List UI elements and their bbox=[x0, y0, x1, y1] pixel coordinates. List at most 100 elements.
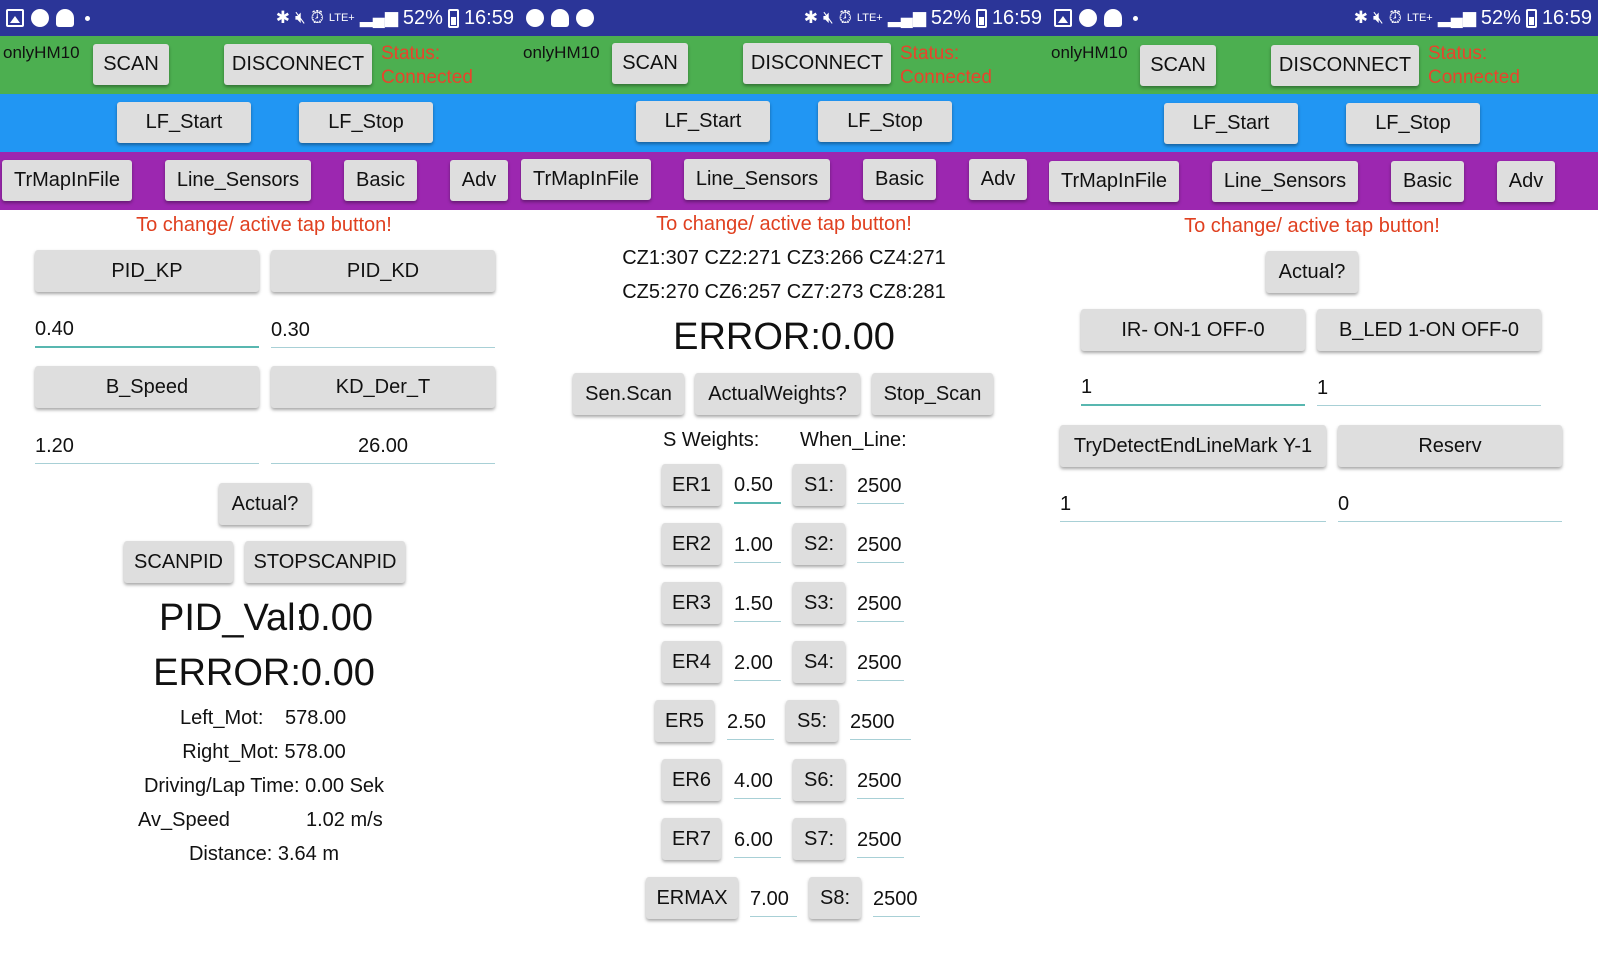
sen-scan-button[interactable]: Sen.Scan bbox=[573, 373, 684, 415]
pid-kp-button[interactable]: PID_KP bbox=[35, 250, 259, 292]
lf-start-button[interactable]: LF_Start bbox=[636, 101, 770, 142]
lf-stop-button[interactable]: LF_Stop bbox=[299, 102, 433, 143]
er4-input[interactable]: 2.00 bbox=[734, 641, 781, 681]
lf-start-button[interactable]: LF_Start bbox=[1164, 103, 1298, 144]
tab-trmapinfile[interactable]: TrMapInFile bbox=[1049, 161, 1179, 202]
s8-button[interactable]: S8: bbox=[809, 877, 861, 919]
disconnect-button[interactable]: DISCONNECT bbox=[224, 44, 372, 85]
s7-button[interactable]: S7: bbox=[793, 818, 845, 860]
s2-button[interactable]: S2: bbox=[793, 523, 845, 565]
ir-toggle-button[interactable]: IR- ON-1 OFF-0 bbox=[1081, 309, 1305, 351]
er2-input[interactable]: 1.00 bbox=[734, 523, 781, 563]
er5-button[interactable]: ER5 bbox=[655, 700, 714, 742]
ermax-input[interactable]: 7.00 bbox=[750, 877, 797, 917]
status-bar: ✱ 🔇︎ ⏰︎ LTE+ ▂▄▆ 52% 16:59 bbox=[520, 0, 1048, 36]
hint-text: To change/ active tap button! bbox=[136, 214, 392, 236]
s7-input[interactable]: 2500 bbox=[857, 818, 904, 858]
kd-der-t-input[interactable]: 26.00 bbox=[271, 426, 495, 464]
notification-icons bbox=[526, 7, 594, 29]
left-mot-value: 578.00 bbox=[285, 707, 347, 729]
stop-scan-button[interactable]: Stop_Scan bbox=[872, 373, 993, 415]
er7-input[interactable]: 6.00 bbox=[734, 818, 781, 858]
er4-button[interactable]: ER4 bbox=[662, 641, 721, 683]
b-led-input[interactable]: 1 bbox=[1317, 366, 1541, 406]
s1-button[interactable]: S1: bbox=[793, 464, 845, 506]
tab-basic[interactable]: Basic bbox=[344, 160, 417, 201]
lf-start-button[interactable]: LF_Start bbox=[117, 102, 251, 143]
disconnect-button[interactable]: DISCONNECT bbox=[1271, 45, 1419, 86]
er6-input[interactable]: 4.00 bbox=[734, 759, 781, 799]
notification-icons bbox=[6, 7, 90, 29]
er3-input[interactable]: 1.50 bbox=[734, 582, 781, 622]
lf-stop-button[interactable]: LF_Stop bbox=[818, 101, 952, 142]
ermax-button[interactable]: ERMAX bbox=[646, 877, 738, 919]
ir-input[interactable]: 1 bbox=[1081, 366, 1305, 406]
tab-line-sensors[interactable]: Line_Sensors bbox=[1212, 161, 1358, 202]
s5-button[interactable]: S5: bbox=[786, 700, 838, 742]
s8-input[interactable]: 2500 bbox=[873, 877, 920, 917]
s4-button[interactable]: S4: bbox=[793, 641, 845, 683]
notification-icons bbox=[1054, 7, 1138, 29]
reserv-input[interactable]: 0 bbox=[1338, 482, 1562, 522]
battery-icon bbox=[447, 8, 459, 28]
er1-input[interactable]: 0.50 bbox=[734, 464, 781, 504]
distance-readout: Distance: 3.64 m bbox=[188, 843, 340, 865]
s6-button[interactable]: S6: bbox=[793, 759, 845, 801]
status-value: Connected bbox=[1428, 67, 1520, 88]
status-label: Status: bbox=[900, 43, 960, 64]
tab-line-sensors[interactable]: Line_Sensors bbox=[165, 160, 311, 201]
run-controls: LF_Start LF_Stop bbox=[0, 94, 520, 152]
pid-kp-input[interactable]: 0.40 bbox=[35, 310, 259, 348]
scan-button[interactable]: SCAN bbox=[1140, 45, 1216, 86]
tab-adv[interactable]: Adv bbox=[450, 160, 508, 201]
s6-input[interactable]: 2500 bbox=[857, 759, 904, 799]
b-speed-input[interactable]: 1.20 bbox=[35, 426, 259, 464]
facebook-icon bbox=[576, 9, 594, 27]
tab-basic[interactable]: Basic bbox=[863, 159, 936, 200]
connection-status: Status: Connected bbox=[1428, 42, 1520, 90]
pid-kd-button[interactable]: PID_KD bbox=[271, 250, 495, 292]
tab-bar: TrMapInFile Line_Sensors Basic Adv bbox=[520, 152, 1048, 210]
s3-button[interactable]: S3: bbox=[793, 582, 845, 624]
status-bar: ✱ 🔇︎ ⏰︎ LTE+ ▂▄▆ 52% 16:59 bbox=[0, 0, 520, 36]
tab-trmapinfile[interactable]: TrMapInFile bbox=[521, 159, 651, 200]
er2-button[interactable]: ER2 bbox=[662, 523, 721, 565]
s2-input[interactable]: 2500 bbox=[857, 523, 904, 563]
lf-stop-button[interactable]: LF_Stop bbox=[1346, 103, 1480, 144]
try-detect-input[interactable]: 1 bbox=[1060, 482, 1326, 522]
reserv-button[interactable]: Reserv bbox=[1338, 425, 1562, 467]
actual-button[interactable]: Actual? bbox=[1266, 251, 1358, 293]
s5-input[interactable]: 2500 bbox=[850, 700, 911, 740]
er5-input[interactable]: 2.50 bbox=[727, 700, 774, 740]
kd-der-t-button[interactable]: KD_Der_T bbox=[271, 366, 495, 408]
actual-button[interactable]: Actual? bbox=[219, 483, 311, 525]
snapchat-icon bbox=[1104, 9, 1122, 27]
tab-adv[interactable]: Adv bbox=[969, 159, 1027, 200]
stopscanpid-button[interactable]: STOPSCANPID bbox=[245, 541, 405, 583]
s3-input[interactable]: 2500 bbox=[857, 582, 904, 622]
tab-trmapinfile[interactable]: TrMapInFile bbox=[2, 160, 132, 201]
connection-header: onlyHM10 SCAN DISCONNECT Status: Connect… bbox=[520, 36, 1048, 94]
connection-header: onlyHM10 SCAN DISCONNECT Status: Connect… bbox=[0, 36, 520, 94]
tab-basic[interactable]: Basic bbox=[1391, 161, 1464, 202]
s4-input[interactable]: 2500 bbox=[857, 641, 904, 681]
b-speed-button[interactable]: B_Speed bbox=[35, 366, 259, 408]
actual-weights-button[interactable]: ActualWeights? bbox=[695, 373, 860, 415]
er3-button[interactable]: ER3 bbox=[662, 582, 721, 624]
tab-adv[interactable]: Adv bbox=[1497, 161, 1555, 202]
scan-button[interactable]: SCAN bbox=[93, 44, 169, 85]
er6-button[interactable]: ER6 bbox=[662, 759, 721, 801]
er7-button[interactable]: ER7 bbox=[662, 818, 721, 860]
s1-input[interactable]: 2500 bbox=[857, 464, 904, 504]
tab-bar: TrMapInFile Line_Sensors Basic Adv bbox=[0, 152, 520, 210]
b-led-toggle-button[interactable]: B_LED 1-ON OFF-0 bbox=[1317, 309, 1541, 351]
mute-icon: 🔇︎ bbox=[294, 8, 306, 27]
disconnect-button[interactable]: DISCONNECT bbox=[743, 43, 891, 84]
scan-button[interactable]: SCAN bbox=[612, 43, 688, 84]
scanpid-button[interactable]: SCANPID bbox=[124, 541, 233, 583]
system-indicators: ✱ 🔇︎ ⏰︎ LTE+ ▂▄▆ 52% 16:59 bbox=[1354, 5, 1592, 31]
er1-button[interactable]: ER1 bbox=[662, 464, 721, 506]
pid-kd-input[interactable]: 0.30 bbox=[271, 310, 495, 348]
tab-line-sensors[interactable]: Line_Sensors bbox=[684, 159, 830, 200]
try-detect-end-line-mark-button[interactable]: TryDetectEndLineMark Y-1 bbox=[1060, 425, 1326, 467]
